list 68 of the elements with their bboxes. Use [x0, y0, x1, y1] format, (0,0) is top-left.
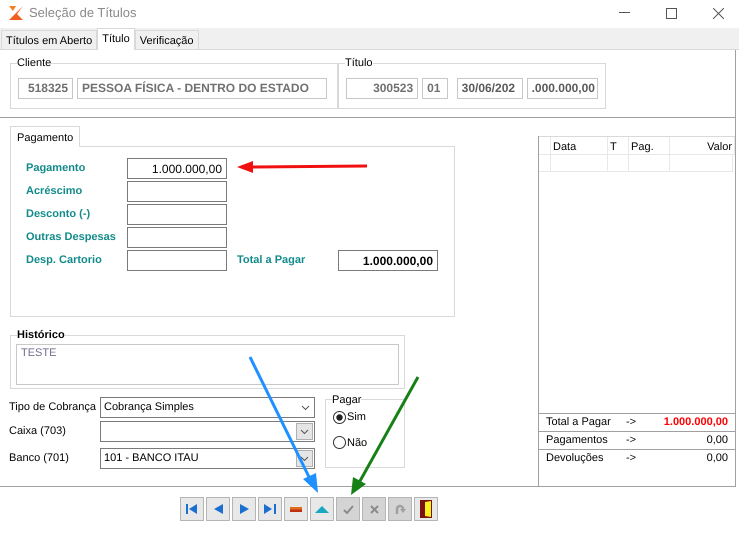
field-label: Caixa (703): [9, 424, 67, 440]
arrow-text: ->: [626, 433, 636, 448]
first-record-icon: [186, 504, 198, 514]
minimize-icon[interactable]: [619, 12, 630, 14]
tab[interactable]: Pagamento: [10, 126, 80, 147]
dropdown[interactable]: Cobrança Simples: [100, 397, 315, 418]
value-field[interactable]: .000.000,00: [526, 78, 598, 98]
amount-field[interactable]: [127, 227, 227, 248]
maximize-icon[interactable]: [666, 8, 677, 18]
window-title: Seleção de Títulos: [29, 4, 136, 22]
chevron-down-icon: [296, 423, 313, 440]
column-header[interactable]: Pag.: [629, 137, 670, 154]
minus-icon: [290, 506, 302, 512]
dropdown[interactable]: 101 - BANCO ITAU: [100, 448, 315, 469]
toolbar-button[interactable]: [258, 497, 282, 521]
radio-option[interactable]: Não: [333, 434, 404, 451]
toolbar-button[interactable]: [414, 497, 438, 521]
toolbar-button[interactable]: [232, 497, 256, 521]
column-header[interactable]: Data: [551, 137, 608, 154]
tab[interactable]: Verificação: [134, 30, 199, 49]
summary-label: Total a Pagar: [546, 415, 612, 430]
client-name-field[interactable]: PESSOA FÍSICA - DENTRO DO ESTADO: [77, 78, 327, 98]
column-header[interactable]: Valor: [670, 137, 735, 154]
dropdown[interactable]: [100, 421, 315, 442]
next-icon: [240, 504, 248, 514]
up-triangle-icon: [315, 506, 329, 512]
arrow-text: ->: [626, 451, 636, 466]
field-label: Desconto (-): [26, 207, 92, 222]
toolbar-button[interactable]: [206, 497, 230, 521]
tab[interactable]: Títulos em Aberto: [1, 30, 98, 49]
summary-value: 0,00: [706, 451, 728, 466]
group-legend: Pagar: [332, 392, 362, 408]
amount-field[interactable]: [127, 181, 227, 202]
summary-label: Pagamentos: [546, 433, 609, 448]
summary-label: Devoluções: [546, 451, 604, 466]
field-label: Tipo de Cobrança: [9, 400, 98, 416]
column-header[interactable]: T: [608, 137, 629, 154]
previous-icon: [214, 504, 222, 514]
toolbar-button[interactable]: [180, 497, 204, 521]
history-text-field[interactable]: TESTE: [16, 344, 399, 385]
total-field[interactable]: 1.000.000,00: [338, 250, 438, 271]
field-label: Banco (701): [9, 451, 70, 466]
chevron-down-icon: [301, 404, 310, 410]
field-label: Total a Pagar: [237, 253, 306, 268]
field-label: Acréscimo: [26, 184, 84, 200]
redo-icon: [394, 503, 406, 515]
summary-value: 0,00: [706, 433, 728, 448]
field-label: Pagamento: [26, 161, 86, 176]
check-icon: [342, 504, 354, 514]
field-label: Outras Despesas: [26, 230, 117, 246]
amount-field[interactable]: [127, 204, 227, 225]
radio-option[interactable]: Sim: [333, 409, 404, 426]
last-record-icon: [264, 504, 276, 514]
parcel-field[interactable]: 01: [422, 78, 448, 98]
tab[interactable]: Título: [97, 28, 135, 50]
amount-field[interactable]: 1.000.000,00: [127, 158, 227, 179]
app-logo-icon: [8, 5, 24, 21]
door-icon: [420, 500, 432, 518]
close-icon: [370, 504, 378, 514]
toolbar-button[interactable]: [284, 497, 308, 521]
date-field[interactable]: 30/06/202: [456, 78, 523, 98]
amount-field[interactable]: [127, 250, 227, 271]
summary-value: 1.000.000,00: [664, 415, 728, 430]
field-label: Desp. Cartorio: [26, 253, 103, 268]
arrow-text: ->: [626, 415, 636, 430]
close-icon[interactable]: [713, 8, 724, 18]
title-number-field[interactable]: 300523: [346, 78, 418, 98]
client-code-field[interactable]: 518325: [18, 78, 73, 98]
